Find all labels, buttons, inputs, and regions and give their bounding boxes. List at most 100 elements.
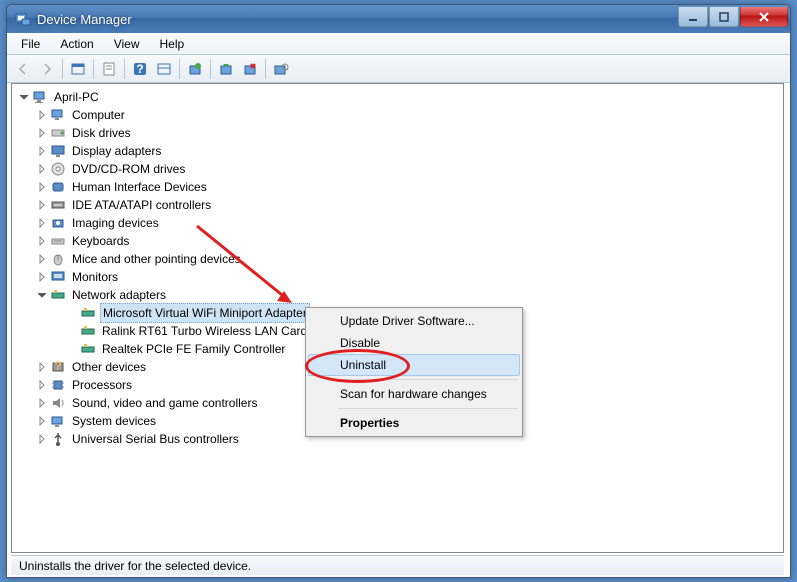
tree-category[interactable]: Imaging devices: [16, 214, 783, 232]
context-menu-item[interactable]: Properties: [308, 412, 520, 434]
expander-icon[interactable]: [36, 379, 48, 391]
maximize-button[interactable]: [709, 7, 739, 27]
context-menu-item[interactable]: Update Driver Software...: [308, 310, 520, 332]
tree-category[interactable]: IDE ATA/ATAPI controllers: [16, 196, 783, 214]
tree-category-label: Keyboards: [70, 232, 131, 250]
tree-category[interactable]: Human Interface Devices: [16, 178, 783, 196]
menu-view[interactable]: View: [104, 35, 150, 53]
tree-category[interactable]: Computer: [16, 106, 783, 124]
menu-help[interactable]: Help: [150, 35, 195, 53]
netadapter-icon: [80, 305, 96, 321]
display-icon: [50, 143, 66, 159]
tree-category[interactable]: DVD/CD-ROM drives: [16, 160, 783, 178]
show-hidden-button[interactable]: [66, 57, 90, 81]
enable-button[interactable]: [214, 57, 238, 81]
tree-root-label: April-PC: [52, 88, 101, 106]
tree-category[interactable]: Keyboards: [16, 232, 783, 250]
context-menu-item[interactable]: Scan for hardware changes: [308, 383, 520, 405]
usb-icon: [50, 431, 66, 447]
keyboard-icon: [50, 233, 66, 249]
uninstall-button[interactable]: [238, 57, 262, 81]
mouse-icon: [50, 251, 66, 267]
expander-icon[interactable]: [36, 289, 48, 301]
tree-category-label: Human Interface Devices: [70, 178, 209, 196]
expander-icon[interactable]: [36, 217, 48, 229]
tree-category-label: IDE ATA/ATAPI controllers: [70, 196, 213, 214]
expander-none: [66, 325, 78, 337]
expander-icon[interactable]: [36, 127, 48, 139]
expander-icon[interactable]: [36, 253, 48, 265]
window-title: Device Manager: [37, 12, 678, 27]
expander-icon[interactable]: [36, 145, 48, 157]
tree-device-label: Realtek PCIe FE Family Controller: [100, 340, 287, 358]
minimize-button[interactable]: [678, 7, 708, 27]
expander-icon[interactable]: [36, 415, 48, 427]
context-menu: Update Driver Software...DisableUninstal…: [305, 307, 523, 437]
forward-button[interactable]: [35, 57, 59, 81]
system-icon: [50, 413, 66, 429]
close-button[interactable]: [740, 7, 788, 27]
menubar: File Action View Help: [7, 33, 790, 55]
expander-icon[interactable]: [36, 397, 48, 409]
update-driver-button[interactable]: [183, 57, 207, 81]
ide-icon: [50, 197, 66, 213]
tree-category-label: Other devices: [70, 358, 148, 376]
tree-category-label: Display adapters: [70, 142, 163, 160]
expander-icon[interactable]: [18, 91, 30, 103]
expander-icon[interactable]: [36, 361, 48, 373]
menu-action[interactable]: Action: [50, 35, 103, 53]
help-button[interactable]: ?: [128, 57, 152, 81]
tree-category[interactable]: Display adapters: [16, 142, 783, 160]
tree-category[interactable]: Network adapters: [16, 286, 783, 304]
expander-none: [66, 307, 78, 319]
svg-text:?: ?: [54, 359, 61, 373]
network-icon: [50, 287, 66, 303]
context-menu-item[interactable]: Disable: [308, 332, 520, 354]
expander-icon[interactable]: [36, 181, 48, 193]
expander-icon[interactable]: [36, 271, 48, 283]
expander-icon[interactable]: [36, 109, 48, 121]
toolbar: ?: [7, 55, 790, 83]
device-manager-icon: [15, 11, 31, 27]
tree-category-label: Monitors: [70, 268, 120, 286]
monitor-icon: [50, 269, 66, 285]
tree-category-label: Sound, video and game controllers: [70, 394, 259, 412]
disk-icon: [50, 125, 66, 141]
tree-root[interactable]: April-PC: [16, 88, 783, 106]
tree-category-label: Processors: [70, 376, 134, 394]
processor-icon: [50, 377, 66, 393]
context-menu-separator: [338, 408, 518, 409]
tree-category-label: System devices: [70, 412, 158, 430]
scan-hardware-button[interactable]: [269, 57, 293, 81]
tree-device-label: Ralink RT61 Turbo Wireless LAN Card: [100, 322, 309, 340]
expander-icon[interactable]: [36, 199, 48, 211]
back-button[interactable]: [11, 57, 35, 81]
expander-none: [66, 343, 78, 355]
titlebar[interactable]: Device Manager: [7, 5, 790, 33]
statusbar: Uninstalls the driver for the selected d…: [11, 555, 784, 575]
menu-file[interactable]: File: [11, 35, 50, 53]
sound-icon: [50, 395, 66, 411]
tree-category-label: Universal Serial Bus controllers: [70, 430, 241, 448]
expander-icon[interactable]: [36, 433, 48, 445]
tree-category-label: Network adapters: [70, 286, 168, 304]
hid-icon: [50, 179, 66, 195]
tree-category-label: Computer: [70, 106, 127, 124]
context-menu-item[interactable]: Uninstall: [308, 354, 520, 376]
dvd-icon: [50, 161, 66, 177]
properties-button[interactable]: [97, 57, 121, 81]
tree-category-label: DVD/CD-ROM drives: [70, 160, 187, 178]
imaging-icon: [50, 215, 66, 231]
organize-button[interactable]: [152, 57, 176, 81]
netadapter-icon: [80, 341, 96, 357]
netadapter-icon: [80, 323, 96, 339]
tree-category[interactable]: Monitors: [16, 268, 783, 286]
svg-text:?: ?: [136, 62, 143, 76]
tree-category[interactable]: Mice and other pointing devices: [16, 250, 783, 268]
other-icon: ?: [50, 359, 66, 375]
expander-icon[interactable]: [36, 235, 48, 247]
tree-category-label: Imaging devices: [70, 214, 161, 232]
pc-icon: [32, 89, 48, 105]
expander-icon[interactable]: [36, 163, 48, 175]
tree-category[interactable]: Disk drives: [16, 124, 783, 142]
